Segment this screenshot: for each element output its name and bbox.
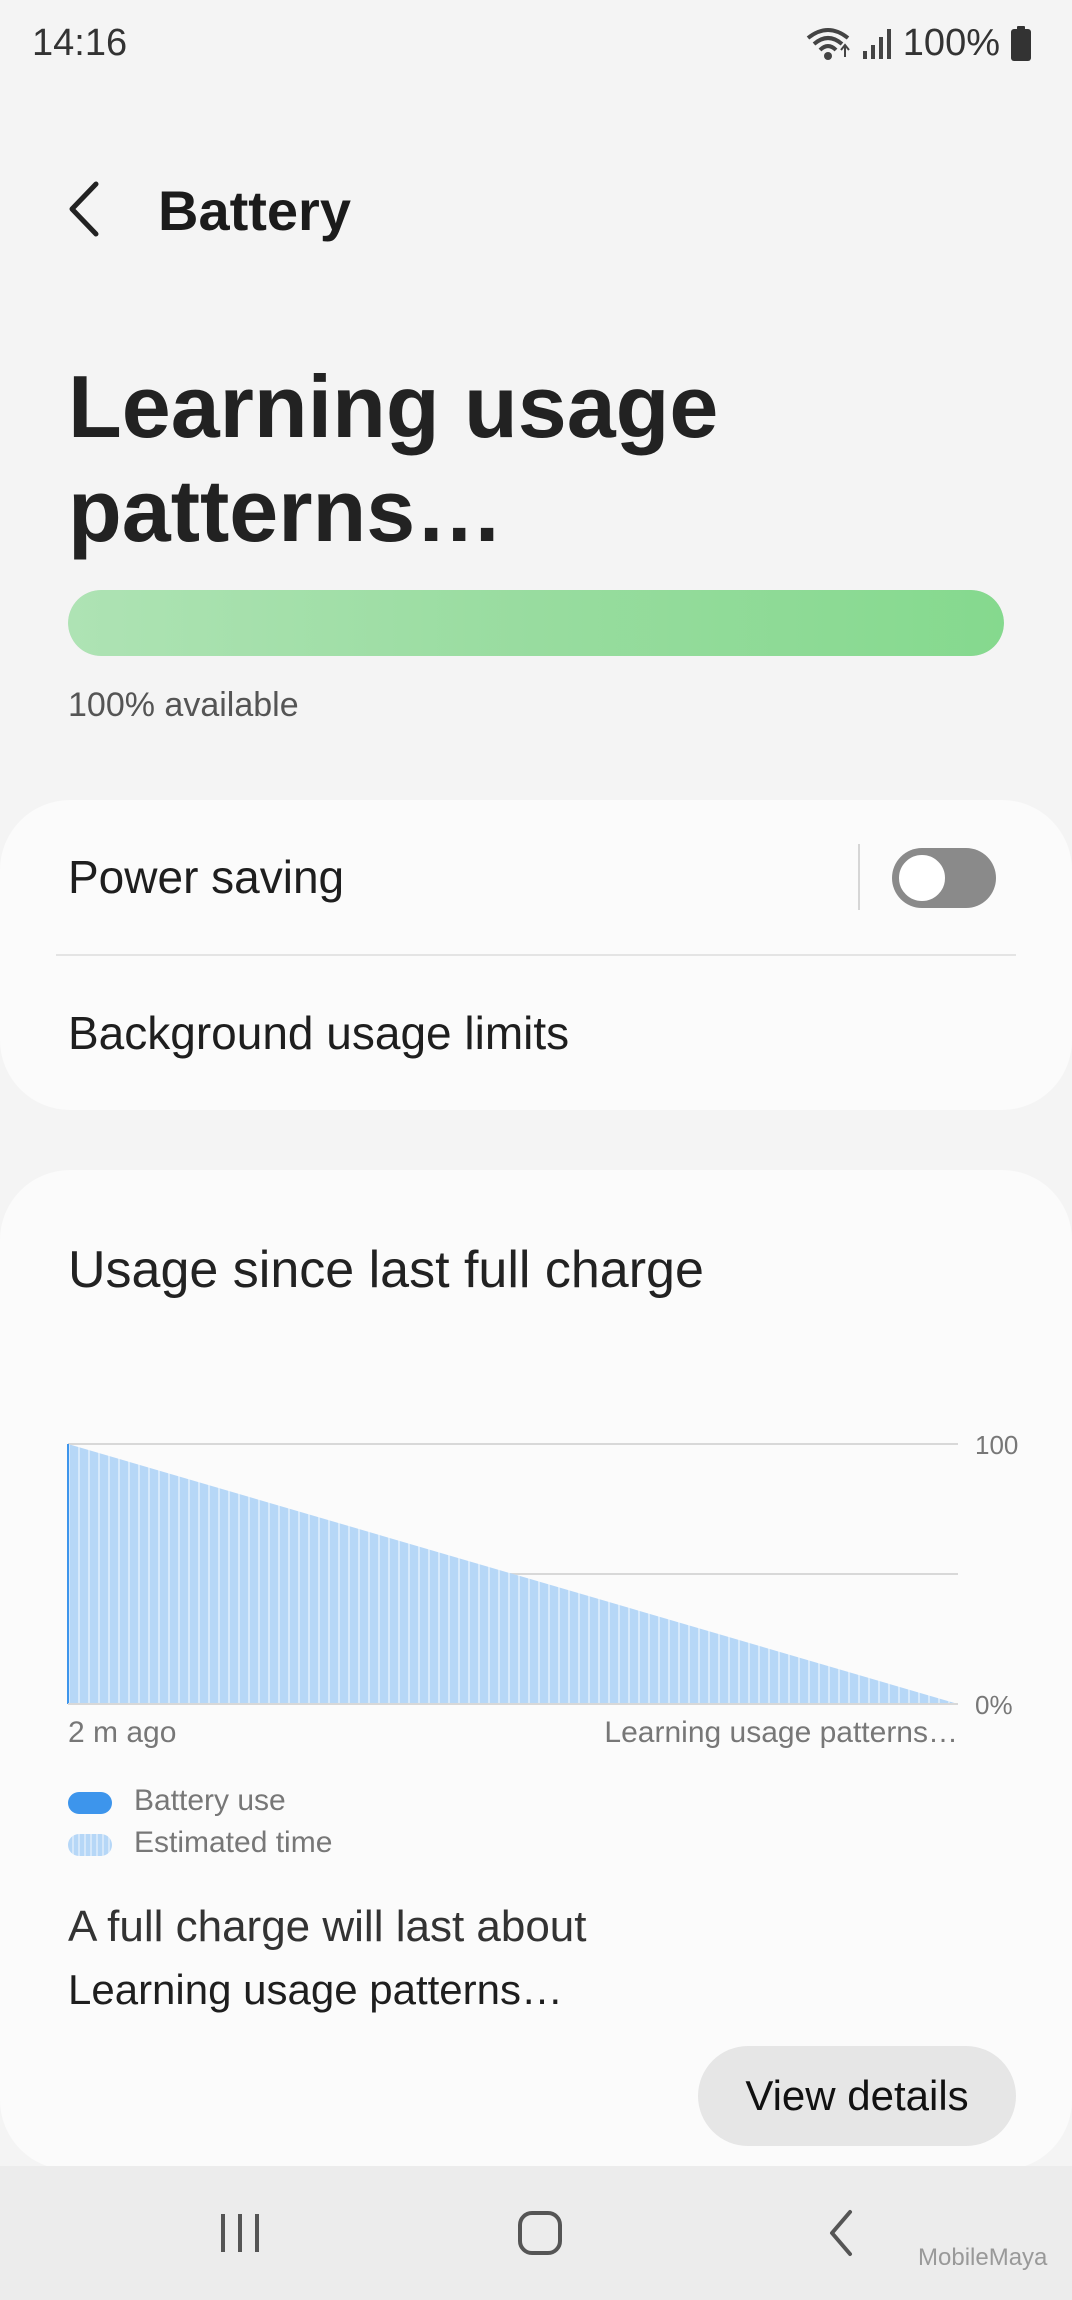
full-charge-label: A full charge will last about — [68, 1902, 587, 1951]
power-saving-label: Power saving — [68, 851, 345, 903]
y-tick-label-bottom: 0% — [975, 1690, 1013, 1720]
usage-card: Usage since last full charge 100 0% 2 m ag… — [0, 1170, 1072, 2170]
status-icons: 100% — [805, 22, 1032, 65]
nav-back-icon — [830, 2210, 852, 2256]
home-button[interactable] — [480, 2190, 600, 2276]
navigation-bar — [0, 2166, 1072, 2300]
usage-chart-svg: 100 0% 2 m ago Learning usage patterns… — [67, 1430, 1018, 1749]
battery-icon — [1010, 25, 1032, 62]
battery-level-fill — [68, 590, 1004, 656]
battery-status-title: Learning usage patterns… — [68, 357, 719, 560]
home-icon — [518, 2211, 562, 2255]
settings-card: Power saving Background usage limits — [0, 800, 1072, 1110]
battery-level-bar — [68, 590, 1004, 656]
toggle-knob — [896, 852, 948, 904]
y-tick-label-top: 100 — [975, 1430, 1018, 1460]
legend-label-battery-use: Battery use — [134, 1784, 286, 1817]
back-button[interactable] — [56, 174, 116, 244]
page-title: Battery — [158, 179, 351, 242]
watermark: MobileMaya — [918, 2244, 1048, 2271]
nav-back-button[interactable] — [782, 2190, 902, 2276]
signal-icon — [861, 27, 893, 61]
legend-label-estimated-time: Estimated time — [134, 1826, 333, 1859]
x-label-end: Learning usage patterns… — [604, 1716, 958, 1749]
back-arrow-icon — [69, 181, 99, 237]
power-saving-row[interactable]: Power saving — [0, 800, 1072, 956]
vertical-divider — [858, 844, 860, 910]
status-time: 14:16 — [32, 22, 128, 64]
background-usage-limits-label: Background usage limits — [68, 1007, 570, 1059]
usage-title: Usage since last full charge — [68, 1241, 704, 1299]
full-charge-value: Learning usage patterns… — [68, 1966, 563, 2013]
wifi-icon — [805, 26, 851, 62]
power-saving-toggle[interactable] — [892, 848, 996, 908]
view-details-button[interactable]: View details — [698, 2046, 1016, 2146]
usage-chart: 100 0% 2 m ago Learning usage patterns… — [0, 1390, 1072, 1950]
battery-available-text: 100% available — [68, 686, 299, 724]
recents-icon — [221, 2214, 259, 2252]
legend-swatch-battery-use — [68, 1792, 112, 1814]
legend-swatch-estimated-time — [68, 1834, 112, 1856]
recents-button[interactable] — [180, 2190, 300, 2276]
background-usage-limits-row[interactable]: Background usage limits — [0, 956, 1072, 1110]
x-label-start: 2 m ago — [68, 1716, 176, 1749]
status-bar: 14:16 100% — [0, 0, 1072, 92]
app-header: Battery — [0, 160, 1072, 260]
battery-percent: 100% — [902, 22, 1000, 64]
